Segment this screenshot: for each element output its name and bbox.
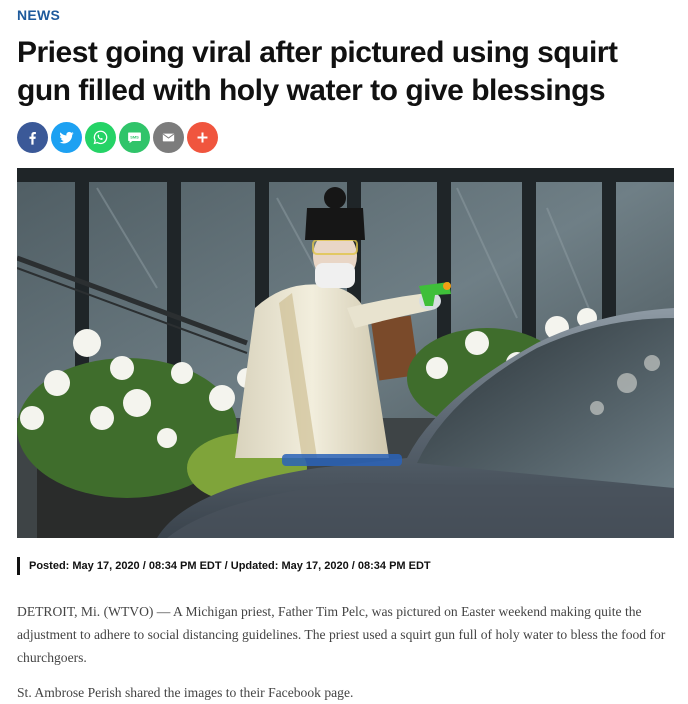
whatsapp-share-button[interactable]	[85, 122, 116, 153]
article-headline: Priest going viral after pictured using …	[17, 36, 618, 107]
article-photo	[17, 168, 674, 538]
twitter-icon	[59, 131, 74, 144]
article-paragraph: St. Ambrose Perish shared the images to …	[17, 685, 354, 700]
whatsapp-icon	[93, 130, 108, 145]
article-page: NEWS Priest going viral after pictured u…	[0, 0, 688, 704]
sms-share-button[interactable]: SMS	[119, 122, 150, 153]
article-paragraph: DETROIT, Mi. (WTVO) — A Michigan priest,…	[17, 604, 666, 665]
facebook-share-button[interactable]	[17, 122, 48, 153]
priest-photo-illustration	[17, 168, 674, 538]
more-share-button[interactable]	[187, 122, 218, 153]
sms-icon: SMS	[128, 132, 141, 144]
plus-icon	[197, 132, 208, 143]
facebook-icon	[29, 132, 36, 145]
email-icon	[162, 133, 175, 142]
email-share-button[interactable]	[153, 122, 184, 153]
post-date-line: Posted: May 17, 2020 / 08:34 PM EDT / Up…	[17, 557, 431, 575]
share-bar: SMS	[17, 122, 218, 153]
category-label[interactable]: NEWS	[17, 7, 60, 23]
twitter-share-button[interactable]	[51, 122, 82, 153]
sms-icon-text: SMS	[130, 135, 139, 140]
